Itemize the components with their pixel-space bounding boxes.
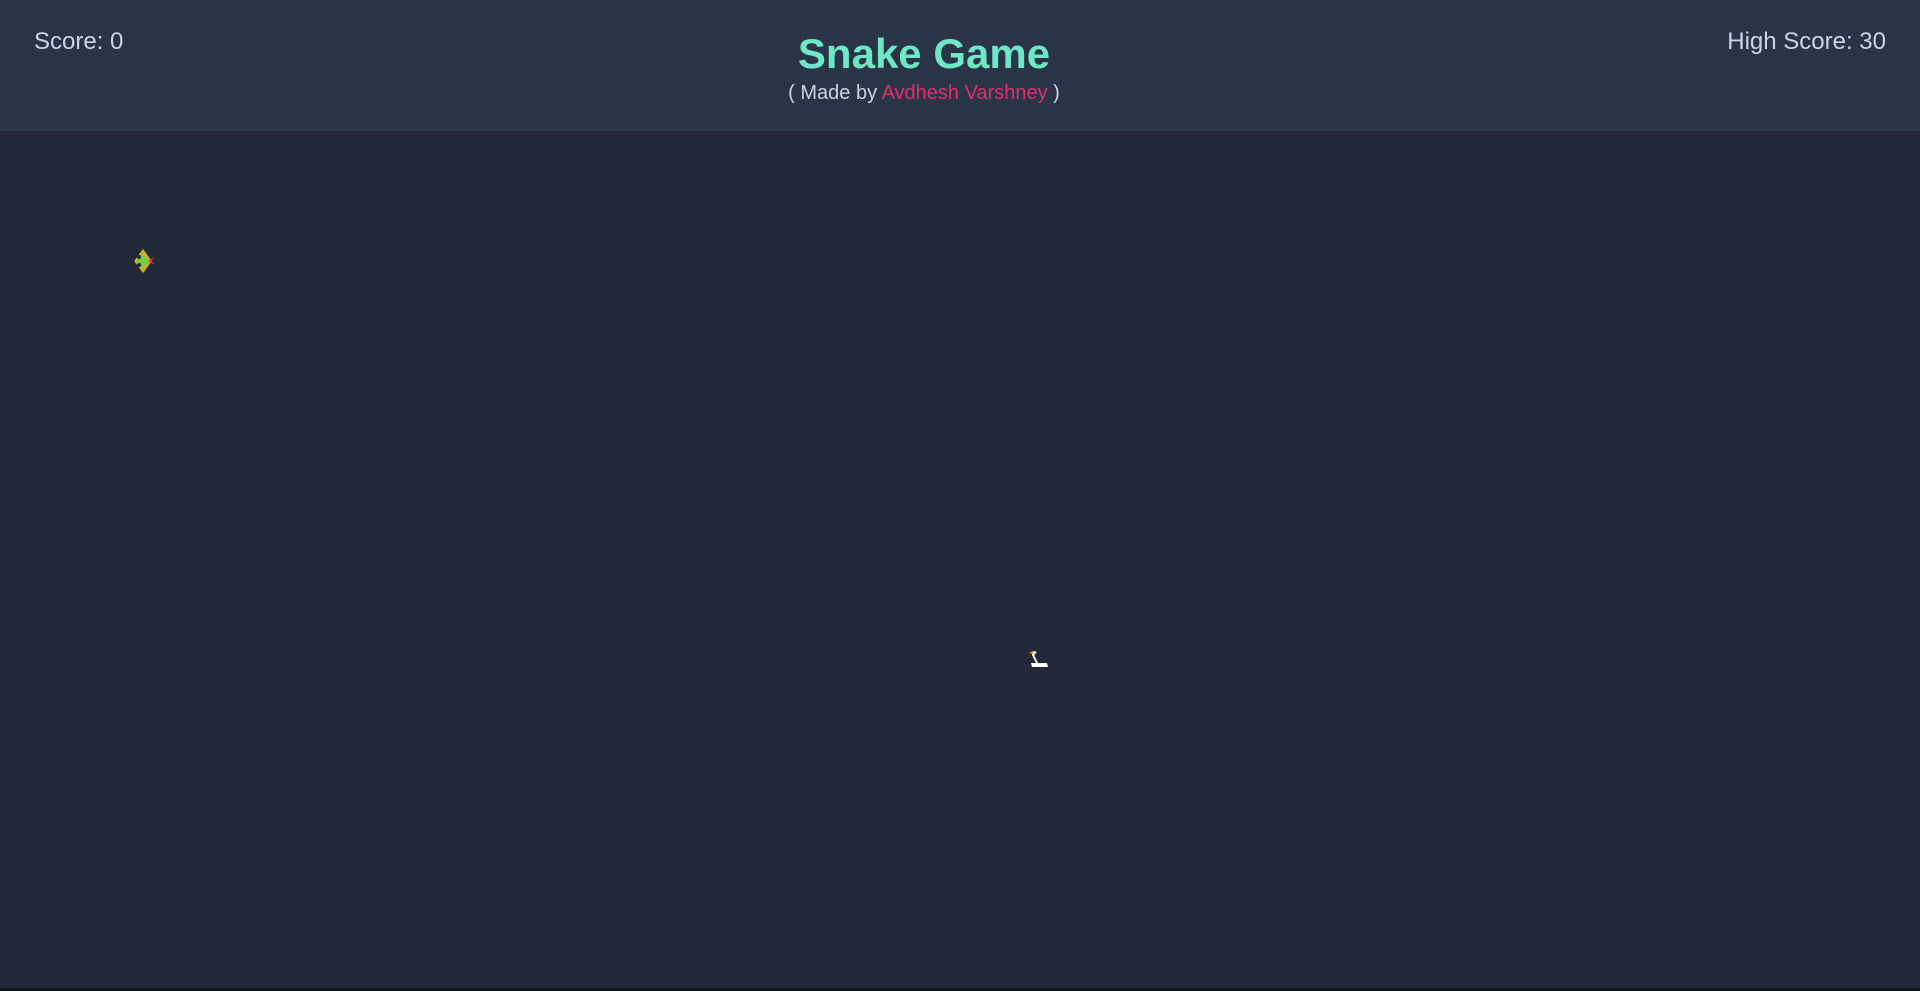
subtitle: ( Made by Avdhesh Varshney ) [784, 79, 1064, 107]
score-display: Score: 0 [34, 28, 124, 55]
title-block: Snake Game ( Made by Avdhesh Varshney ) [784, 30, 1064, 107]
subtitle-suffix: ) [1047, 82, 1060, 104]
high-score-display: High Score: 30 [1727, 28, 1886, 55]
game-header: Score: 0 Snake Game ( Made by Avdhesh Va… [0, 0, 1920, 131]
page-title: Snake Game [797, 30, 1051, 77]
subtitle-prefix: ( Made by [788, 82, 882, 104]
author-link[interactable]: Avdhesh Varshney [882, 82, 1048, 104]
game-board[interactable] [0, 131, 1920, 988]
swan-food-icon [1026, 647, 1052, 673]
snake-head-icon [130, 248, 156, 274]
